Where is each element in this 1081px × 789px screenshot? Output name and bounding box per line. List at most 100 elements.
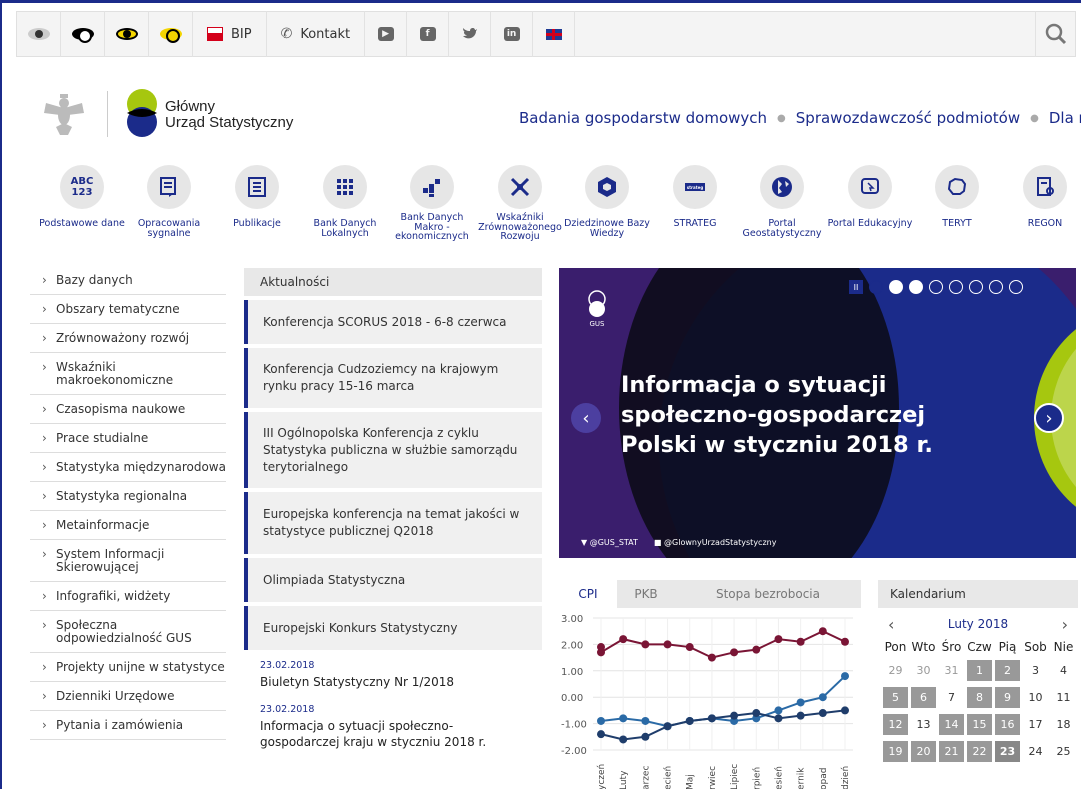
calendar-day[interactable]: 9 [995, 687, 1020, 708]
calendar-day[interactable]: 21 [939, 741, 964, 762]
contrast-normal-button[interactable] [17, 11, 61, 57]
menu-item-international[interactable]: › Statystyka międzynarodowa [30, 453, 226, 482]
menu-item-referral-system[interactable]: › System Informacji Skierowującej [30, 540, 226, 582]
calendar-day-today[interactable]: 23 [995, 741, 1020, 762]
tab-unemployment[interactable]: Stopa bezrobocia [675, 580, 861, 608]
quick-link-teryt[interactable]: TERYT [912, 165, 1002, 229]
calendar-day[interactable]: 14 [939, 714, 964, 735]
quick-link-signal-reports[interactable]: Opracowania sygnalne [124, 165, 214, 238]
calendar-day[interactable]: 12 [883, 714, 908, 735]
quick-link-publications[interactable]: Publikacje [212, 165, 302, 229]
calendar-day[interactable]: 13 [911, 714, 936, 735]
news-item[interactable]: III Ogólnopolska Konferencja z cyklu Sta… [244, 412, 542, 488]
menu-item-metainfo[interactable]: › Metainformacje [30, 511, 226, 540]
linkedin-link[interactable]: in [491, 11, 534, 57]
slider-dot[interactable] [989, 280, 1003, 294]
calendar-day[interactable]: 2 [995, 660, 1020, 681]
calendar-day[interactable]: 31 [939, 660, 964, 681]
calendar-day[interactable]: 3 [1023, 660, 1048, 681]
youtube-link[interactable]: ▶ [365, 11, 408, 57]
quick-link-strateg[interactable]: strateg STRATEG [650, 165, 740, 229]
calendar-day[interactable]: 4 [1051, 660, 1076, 681]
menu-item-topics[interactable]: › Obszary tematyczne [30, 295, 226, 324]
quick-link-local-data-bank[interactable]: Bank Danych Lokalnych [300, 165, 390, 238]
menu-item-csr[interactable]: › Społeczna odpowiedzialność GUS [30, 611, 226, 653]
calendar-day[interactable]: 6 [911, 687, 936, 708]
slider-dot[interactable] [909, 280, 923, 294]
calendar-day[interactable]: 5 [883, 687, 908, 708]
nav-media[interactable]: Dla mediów [1049, 109, 1081, 127]
calendar-day[interactable]: 22 [967, 741, 992, 762]
menu-item-eu-projects[interactable]: › Projekty unijne w statystyce [30, 653, 226, 682]
slider-next-button[interactable]: › [1034, 403, 1064, 433]
contrast-black-yellow-button[interactable] [105, 11, 149, 57]
calendar-day[interactable]: 7 [939, 687, 964, 708]
menu-item-journals[interactable]: › Czasopisma naukowe [30, 395, 226, 424]
nav-household-surveys[interactable]: Badania gospodarstw domowych [519, 109, 767, 127]
menu-item-regional[interactable]: › Statystyka regionalna [30, 482, 226, 511]
quick-link-knowledge-bases[interactable]: Dziedzinowe Bazy Wiedzy [562, 165, 652, 238]
menu-item-databases[interactable]: › Bazy danych [30, 266, 226, 295]
tab-gdp[interactable]: PKB [617, 580, 675, 608]
news-item[interactable]: Europejska konferencja na temat jakości … [244, 492, 542, 554]
calendar-day[interactable]: 19 [883, 741, 908, 762]
menu-item-infographics[interactable]: › Infografiki, widżety [30, 582, 226, 611]
quick-link-edu-portal[interactable]: Portal Edukacyjny [825, 165, 915, 229]
twitter-link[interactable] [449, 11, 492, 57]
facebook-link[interactable]: f [407, 11, 450, 57]
calendar-day[interactable]: 17 [1023, 714, 1048, 735]
calendar-day[interactable]: 20 [911, 741, 936, 762]
gus-logo-icon[interactable] [124, 87, 160, 139]
dated-news-item[interactable]: 23.02.2018 Biuletyn Statystyczny Nr 1/20… [244, 650, 542, 690]
language-english-link[interactable] [533, 11, 576, 57]
calendar-day[interactable]: 15 [967, 714, 992, 735]
quick-link-macro-data-bank[interactable]: Bank Danych Makro - ekonomicznych [387, 165, 477, 242]
slider-dot[interactable] [949, 280, 963, 294]
slider-dot[interactable] [889, 280, 903, 294]
menu-item-sustainable[interactable]: › Zrównoważony rozwój [30, 324, 226, 353]
logo-text[interactable]: Główny Urząd Statystyczny [165, 99, 293, 131]
slide-title[interactable]: Informacja o sytuacji społeczno-gospodar… [621, 370, 941, 460]
tab-cpi[interactable]: CPI [559, 580, 617, 608]
news-item[interactable]: Konferencja SCORUS 2018 - 6-8 czerwca [244, 300, 542, 344]
news-item[interactable]: Konferencja Cudzoziemcy na krajowym rynk… [244, 348, 542, 408]
calendar-day[interactable]: 1 [967, 660, 992, 681]
calendar-day[interactable]: 24 [1023, 741, 1048, 762]
slider-dot[interactable] [1009, 280, 1023, 294]
menu-item-studies[interactable]: › Prace studialne [30, 424, 226, 453]
contrast-black-white-button[interactable] [61, 11, 105, 57]
contact-link[interactable]: ✆ Kontakt [267, 11, 366, 57]
menu-item-official-journals[interactable]: › Dzienniki Urzędowe [30, 682, 226, 711]
pause-button[interactable]: II [849, 280, 863, 294]
menu-item-questions[interactable]: › Pytania i zamówienia [30, 711, 226, 740]
slider-dot[interactable] [869, 280, 883, 294]
slider-dot[interactable] [929, 280, 943, 294]
calendar-day[interactable]: 29 [883, 660, 908, 681]
calendar-day[interactable]: 25 [1051, 741, 1076, 762]
news-item[interactable]: Olimpiada Statystyczna [244, 558, 542, 602]
calendar-day[interactable]: 30 [911, 660, 936, 681]
calendar-day[interactable]: 11 [1051, 687, 1076, 708]
calendar-day[interactable]: 8 [967, 687, 992, 708]
bip-link[interactable]: BIP [193, 11, 267, 57]
calendar-day[interactable]: 10 [1023, 687, 1048, 708]
contrast-yellow-black-button[interactable] [149, 11, 193, 57]
quick-link-basic-data[interactable]: ABC 123 Podstawowe dane [37, 165, 127, 229]
nav-reporting[interactable]: Sprawozdawczość podmiotów [796, 109, 1020, 127]
news-item[interactable]: Europejski Konkurs Statystyczny [244, 606, 542, 650]
quick-link-regon[interactable]: REGON [1000, 165, 1081, 229]
calendar-prev-button[interactable]: ‹ [888, 615, 894, 634]
gus-logo-icon [588, 290, 606, 317]
quick-link-geo-portal[interactable]: Portal Geostatystyczny [737, 165, 827, 238]
calendar-next-button[interactable]: › [1062, 615, 1068, 634]
slider-prev-button[interactable]: ‹ [571, 403, 601, 433]
menu-item-macro[interactable]: › Wskaźniki makroekonomiczne [30, 353, 226, 395]
dated-news-item[interactable]: 23.02.2018 Informacja o sytuacji społecz… [244, 690, 542, 750]
data-point [841, 706, 849, 715]
slider-dot[interactable] [969, 280, 983, 294]
calendar-day[interactable]: 16 [995, 714, 1020, 735]
hero-slider[interactable]: GUS II Informacja o sytuacji społeczno-g… [559, 268, 1076, 558]
search-button[interactable] [1035, 11, 1075, 57]
quick-link-sdg-indicators[interactable]: Wskaźniki Zrównoważonego Rozwoju [475, 165, 565, 242]
calendar-day[interactable]: 18 [1051, 714, 1076, 735]
